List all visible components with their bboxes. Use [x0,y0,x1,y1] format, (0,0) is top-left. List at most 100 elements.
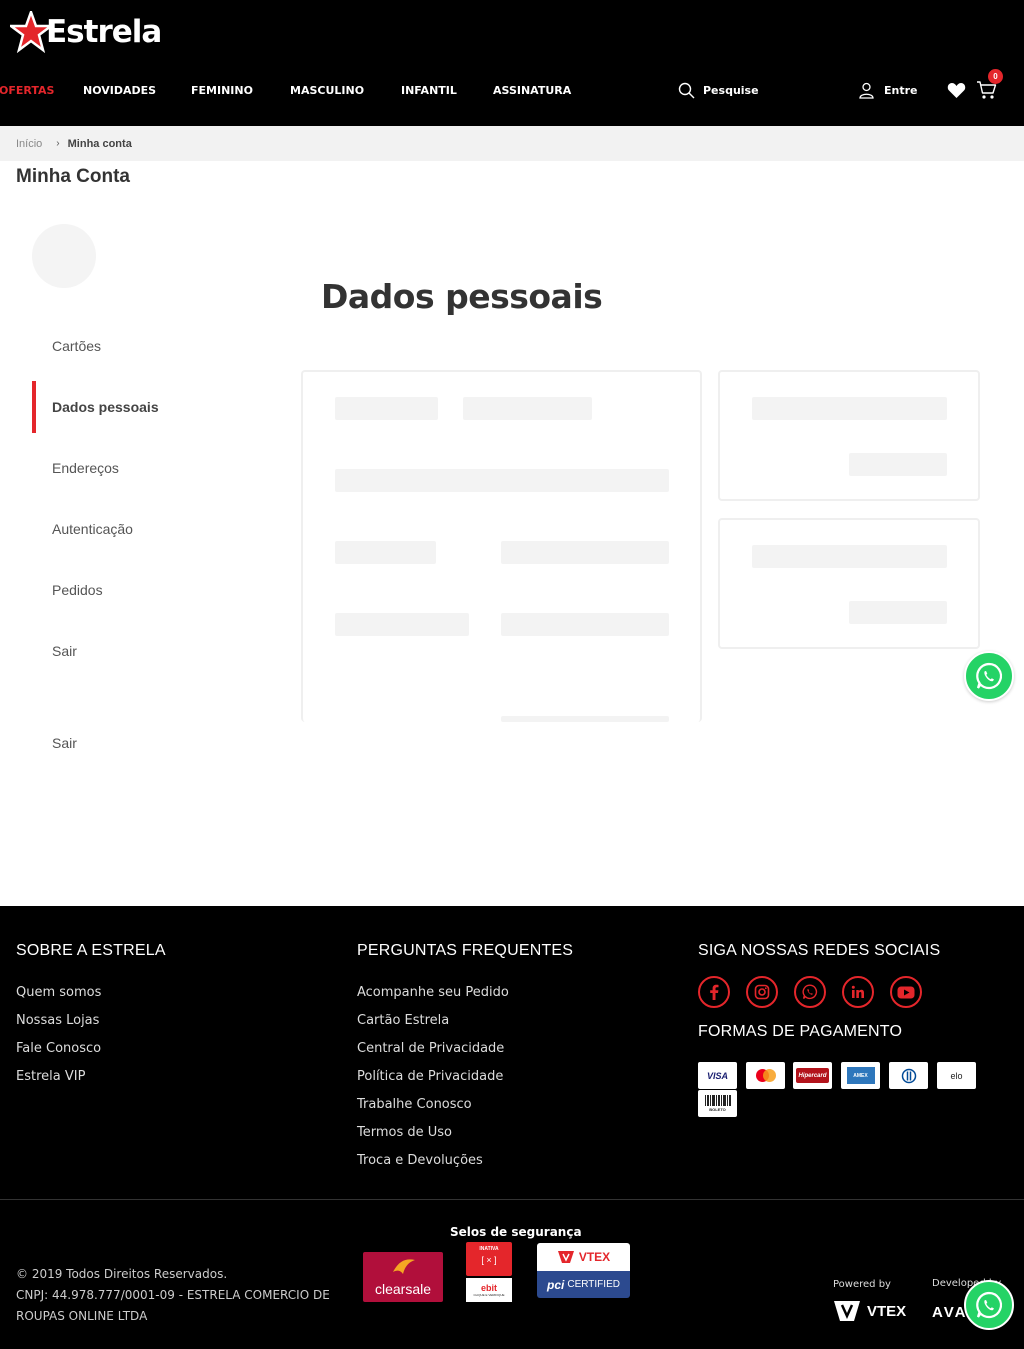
cart-button[interactable] [976,81,997,105]
whatsapp-icon [976,662,1003,690]
skeleton-line [501,541,669,564]
bird-icon [393,1259,415,1274]
nav-item-masculino[interactable]: MASCULINO [290,84,364,97]
nav-item-feminino[interactable]: FEMININO [191,84,253,97]
skeleton-line [335,541,436,564]
visa-icon: VISA [698,1062,737,1089]
mastercard-icon [746,1062,785,1089]
side-card [718,518,980,649]
login-button[interactable]: Entre [858,82,918,99]
ebit-status: INATIVA [479,1246,499,1252]
footer-divider [0,1199,1024,1200]
footer-link[interactable]: Trabalhe Conosco [357,1097,472,1112]
avatar [32,224,96,288]
vtex-seal-label: VTEX [578,1250,611,1264]
amex-icon: AMEX [841,1062,880,1089]
facebook-icon[interactable] [698,976,730,1008]
elo-icon: elo [937,1062,976,1089]
ebit-x-icon: [ × ] [481,1255,497,1265]
footer-faq-title: PERGUNTAS FREQUENTES [357,942,574,959]
skeleton-line [335,397,438,420]
linkedin-icon[interactable] [842,976,874,1008]
skeleton-line [752,545,947,568]
cart-count-badge: 0 [988,69,1003,84]
skeleton-line [752,397,947,420]
estrela-logo[interactable]: Estrela [10,10,162,54]
logo-text: Estrela [46,14,162,50]
sidebar-item-enderecos[interactable]: Endereços [32,442,262,494]
footer-link[interactable]: Fale Conosco [16,1041,101,1056]
personal-data-card [301,370,702,722]
pci-icon: pci [547,1277,565,1292]
nav-item-ofertas[interactable]: OFERTAS [0,84,54,97]
diners-icon [889,1062,928,1089]
logout-link[interactable]: Sair [32,717,262,769]
whatsapp-icon[interactable] [794,976,826,1008]
search-button[interactable]: Pesquise [678,82,759,99]
sidebar-item-pedidos[interactable]: Pedidos [32,564,262,616]
sidebar-item-autenticacao[interactable]: Autenticação [32,503,262,555]
footer-about-title: SOBRE A ESTRELA [16,942,166,959]
footer-link[interactable]: Política de Privacidade [357,1069,503,1084]
instagram-icon[interactable] [746,976,778,1008]
section-title: Dados pessoais [321,277,603,316]
footer-link[interactable]: Central de Privacidade [357,1041,504,1056]
vtex-pci-seal[interactable]: VTEX pci CERTIFIED [537,1243,630,1299]
boleto-label: BOLETO [709,1107,726,1112]
nav-item-novidades[interactable]: NOVIDADES [83,84,156,97]
skeleton-line [335,613,469,636]
ebit-seal[interactable]: INATIVA [ × ] ebit CLIQUE E VERIFIQUE [466,1242,512,1302]
pci-label: CERTIFIED [567,1279,620,1290]
sidebar-item-cartoes[interactable]: Cartões [32,320,262,372]
copyright-line: © 2019 Todos Direitos Reservados. [16,1267,228,1281]
breadcrumb: Início › Minha conta [0,126,1024,161]
skeleton-line [501,613,669,636]
security-seals-title: Selos de segurança [450,1225,582,1239]
wishlist-button[interactable] [947,82,966,104]
footer-link[interactable]: Acompanhe seu Pedido [357,985,509,1000]
site-header: Estrela OFERTAS NOVIDADES FEMININO MASCU… [0,0,1024,126]
whatsapp-float-button[interactable] [964,651,1014,701]
footer-link[interactable]: Cartão Estrela [357,1013,449,1028]
ebit-sub: CLIQUE E VERIFIQUE [473,1293,505,1297]
heart-icon [947,83,966,98]
sidebar-item-sair[interactable]: Sair [32,625,262,677]
site-footer: SOBRE A ESTRELA Quem somos Nossas Lojas … [0,906,1024,1349]
sidebar-item-dados-pessoais[interactable]: Dados pessoais [32,381,262,433]
footer-link[interactable]: Troca e Devoluções [357,1153,483,1168]
footer-social-title: SIGA NOSSAS REDES SOCIAIS [698,942,941,959]
chevron-right-icon: › [56,138,60,149]
powered-by-label: Powered by [833,1279,891,1290]
footer-link[interactable]: Estrela VIP [16,1069,85,1084]
vtex-icon [834,1301,860,1321]
ebit-name: ebit [480,1283,497,1293]
youtube-icon[interactable] [890,976,922,1008]
vtex-logo[interactable]: VTEX [833,1300,906,1322]
search-icon [678,82,695,99]
copyright: © 2019 Todos Direitos Reservados. CNPJ: … [16,1264,336,1327]
whatsapp-float-button[interactable] [964,1280,1014,1330]
breadcrumb-current: Minha conta [67,137,132,150]
nav-item-assinatura[interactable]: ASSINATURA [493,84,571,97]
side-card [718,370,980,501]
page-title: Minha Conta [16,166,130,187]
ava-logo[interactable]: AVA [932,1304,967,1321]
footer-link[interactable]: Termos de Uso [357,1125,452,1140]
nav-item-infantil[interactable]: INFANTIL [401,84,457,97]
skeleton-line [849,601,947,624]
boleto-icon: BOLETO [698,1090,737,1117]
hipercard-icon: Hipercard [793,1062,832,1089]
clearsale-label: clearsale [374,1281,432,1297]
breadcrumb-home[interactable]: Início [16,138,42,150]
clearsale-seal[interactable]: clearsale [363,1252,443,1302]
skeleton-line [849,453,947,476]
whatsapp-icon [976,1291,1003,1319]
vtex-logo-label: VTEX [867,1302,907,1320]
skeleton-line [335,469,669,492]
skeleton-line [501,716,669,722]
cnpj-line: CNPJ: 44.978.777/0001-09 - ESTRELA COMER… [16,1288,330,1323]
footer-payment-title: FORMAS DE PAGAMENTO [698,1023,903,1040]
vtex-icon [557,1251,574,1263]
footer-link[interactable]: Quem somos [16,985,101,1000]
footer-link[interactable]: Nossas Lojas [16,1013,99,1028]
